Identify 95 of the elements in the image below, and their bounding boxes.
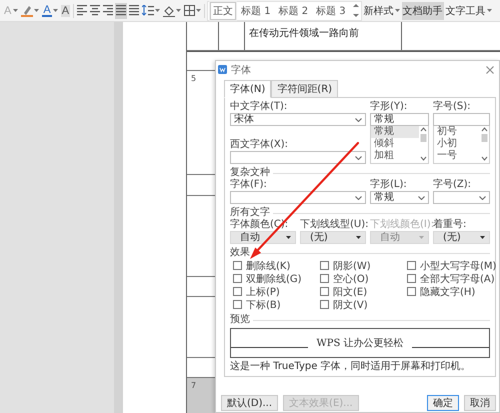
- toolbar-button[interactable]: 文字工具: [444, 2, 493, 20]
- scroll-arrows-icon: [352, 2, 359, 20]
- field-label: 西文字体(X):: [230, 139, 290, 151]
- font-color-button[interactable]: A: [42, 4, 52, 16]
- caret-icon: [176, 9, 182, 12]
- dialog-button[interactable]: 确定: [427, 395, 459, 411]
- checkbox[interactable]: [320, 274, 329, 283]
- dialog-title: 字体: [231, 64, 251, 76]
- chevron-icon: [355, 118, 362, 122]
- combo-box[interactable]: 宋体: [230, 113, 366, 126]
- checkbox-label: 双删除线(G): [246, 272, 302, 286]
- checkbox[interactable]: [320, 287, 329, 296]
- list-item[interactable]: 一号: [434, 150, 480, 162]
- list-item[interactable]: 小初: [434, 138, 480, 150]
- checkbox-label: 小型大写字母(M): [420, 260, 496, 272]
- text-field[interactable]: [433, 113, 490, 126]
- preview-text: WPS 让办公更轻松: [316, 336, 404, 350]
- row-number: 7: [191, 381, 196, 390]
- field-label: 字形(Y):: [370, 101, 408, 113]
- field-label: 字号(S):: [433, 101, 472, 113]
- character-shading-button[interactable]: A: [60, 4, 70, 16]
- field-label: 中文字体(T):: [230, 101, 288, 113]
- checkbox-label: 阳文(E): [333, 286, 368, 298]
- cell-text: 在传动元件领域一路向前: [249, 28, 359, 39]
- checkbox[interactable]: [233, 287, 242, 296]
- dropdown[interactable]: (无): [300, 231, 366, 244]
- checkbox-label: 上标(P): [246, 286, 280, 298]
- style-option[interactable]: 标题 2: [276, 2, 312, 20]
- caret-icon: [196, 9, 202, 12]
- section-heading: 预览: [230, 314, 250, 326]
- dialog-button[interactable]: 默认(D)...: [221, 395, 278, 411]
- style-option[interactable]: 正文: [210, 2, 236, 20]
- text-field[interactable]: 常规: [370, 113, 429, 126]
- checkbox-label: 全部大写字母(A): [420, 272, 495, 286]
- list-item[interactable]: 常规: [371, 126, 419, 138]
- scrollbar[interactable]: [114, 22, 123, 413]
- chevron-icon: [355, 156, 362, 160]
- font-note: 这是一种 TrueType 字体，同时适用于屏幕和打印机。: [230, 361, 472, 373]
- checkbox[interactable]: [407, 261, 416, 270]
- caret-icon: [480, 236, 485, 239]
- section-heading: 效果: [230, 247, 250, 259]
- field-label: 下划线线型(U):: [300, 219, 366, 231]
- section-heading: 复杂文种: [230, 167, 270, 178]
- caret-icon: [13, 9, 18, 12]
- toolbar-button[interactable]: 文档助手: [402, 2, 444, 20]
- list-item[interactable]: 加粗: [371, 150, 419, 162]
- checkbox[interactable]: [233, 261, 242, 270]
- checkbox[interactable]: [233, 274, 242, 283]
- caret-icon: [356, 236, 361, 239]
- list-item[interactable]: 倾斜: [371, 138, 419, 150]
- field-label: 着重号:: [433, 219, 468, 231]
- checkbox[interactable]: [320, 261, 329, 270]
- checkbox[interactable]: [407, 287, 416, 296]
- section-heading: 所有文字: [230, 207, 270, 218]
- caret-icon: [52, 9, 58, 12]
- caret-icon: [419, 236, 424, 239]
- field-label: 字体(F):: [230, 179, 268, 191]
- caret-icon: [486, 9, 492, 12]
- checkbox-label: 空心(O): [333, 272, 369, 286]
- toolbar-button[interactable]: 新样式: [362, 2, 401, 20]
- checkbox-label: 删除线(K): [246, 260, 290, 272]
- row-number: 5: [191, 74, 196, 83]
- tab[interactable]: 字体(N): [224, 80, 272, 98]
- checkbox[interactable]: [320, 300, 329, 309]
- combo-box[interactable]: 常规: [370, 191, 429, 204]
- line-spacing-icon: [142, 5, 154, 16]
- dropdown[interactable]: 自动: [230, 231, 296, 244]
- dialog-button[interactable]: 取消: [464, 395, 496, 411]
- style-option[interactable]: 标题 1: [238, 2, 274, 20]
- checkbox-label: 下标(B): [246, 298, 281, 312]
- caret-icon: [286, 236, 291, 239]
- chevron-icon: [418, 196, 425, 200]
- highlighter-icon: [21, 4, 34, 16]
- checkbox[interactable]: [407, 274, 416, 283]
- checkbox-label: 阴影(W): [333, 260, 371, 272]
- app-icon: [218, 65, 227, 74]
- tab[interactable]: 字符间距(R): [271, 80, 338, 98]
- style-option[interactable]: 标题 3: [313, 2, 349, 20]
- field-label: 字号(Z):: [433, 179, 472, 191]
- chevron-icon: [355, 196, 362, 200]
- caret-icon: [155, 9, 160, 12]
- caret-icon: [34, 9, 40, 12]
- close-icon[interactable]: [486, 66, 494, 74]
- field-label: 字形(L):: [370, 179, 408, 191]
- borders-icon: [184, 5, 196, 16]
- combo-box[interactable]: [230, 151, 366, 164]
- dropdown[interactable]: (无): [433, 231, 490, 244]
- caret-icon: [394, 9, 400, 12]
- checkbox-label: 阴文(V): [333, 298, 368, 312]
- combo-box[interactable]: [230, 191, 366, 204]
- list-item[interactable]: 初号: [434, 126, 480, 138]
- checkbox[interactable]: [233, 300, 242, 309]
- checkbox-label: 隐藏文字(H): [420, 286, 476, 298]
- align-justify-button[interactable]: [115, 2, 128, 18]
- chevron-icon: [479, 196, 486, 200]
